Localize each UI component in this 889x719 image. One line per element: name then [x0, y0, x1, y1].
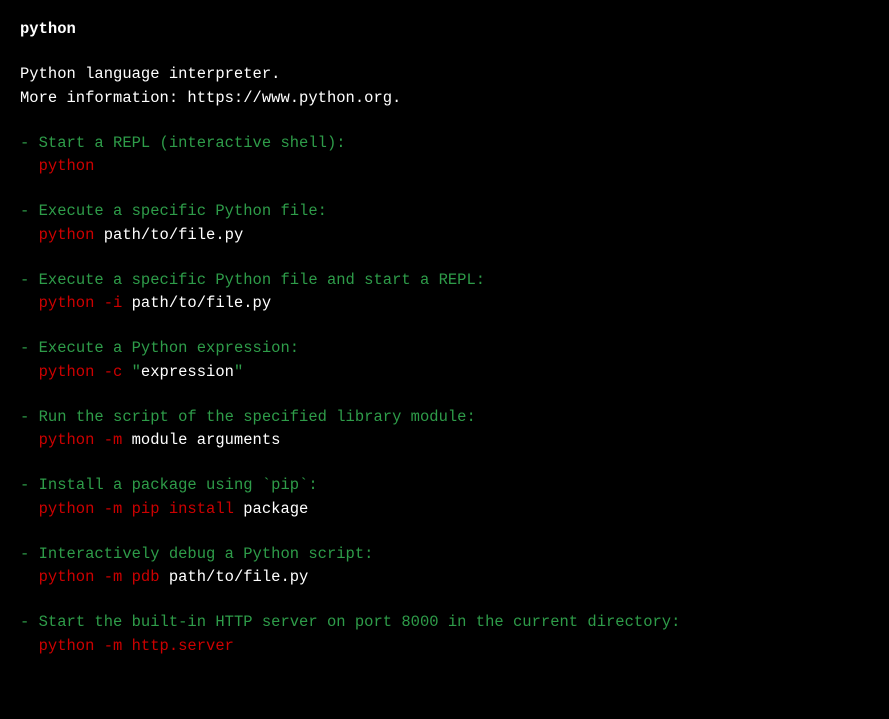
examples-list: - Start a REPL (interactive shell): pyth…	[20, 132, 869, 658]
command-text: python -i	[39, 294, 132, 312]
example-description: Execute a Python expression:	[39, 339, 299, 357]
example-command-line: python path/to/file.py	[20, 224, 869, 247]
argument-text: path/to/file.py	[132, 294, 272, 312]
example-command-line: python -m http.server	[20, 635, 869, 658]
example-description: Start a REPL (interactive shell):	[39, 134, 346, 152]
example-item: - Start a REPL (interactive shell): pyth…	[20, 132, 869, 179]
example-item: - Start the built-in HTTP server on port…	[20, 611, 869, 658]
example-description-line: - Start a REPL (interactive shell):	[20, 132, 869, 155]
example-description: Run the script of the specified library …	[39, 408, 476, 426]
bullet-dash: -	[20, 271, 39, 289]
argument-text: path/to/file.py	[169, 568, 309, 586]
command-text: python -m pip install	[39, 500, 244, 518]
command-text: python	[39, 157, 95, 175]
example-description-line: - Install a package using `pip`:	[20, 474, 869, 497]
description-line: More information: https://www.python.org…	[20, 87, 869, 110]
command-text: python -c	[39, 363, 132, 381]
command-text: python -m	[39, 431, 132, 449]
command-text: python -m http.server	[39, 637, 234, 655]
example-description: Execute a specific Python file and start…	[39, 271, 485, 289]
bullet-dash: -	[20, 545, 39, 563]
argument-text: module arguments	[132, 431, 281, 449]
command-text: python -m pdb	[39, 568, 169, 586]
command-title: python	[20, 18, 869, 41]
argument-text: path/to/file.py	[104, 226, 244, 244]
example-command-line: python -m module arguments	[20, 429, 869, 452]
example-description-line: - Execute a specific Python file:	[20, 200, 869, 223]
example-description-line: - Run the script of the specified librar…	[20, 406, 869, 429]
quote-char: "	[234, 363, 243, 381]
example-item: - Execute a specific Python file: python…	[20, 200, 869, 247]
example-item: - Execute a Python expression: python -c…	[20, 337, 869, 384]
example-description: Start the built-in HTTP server on port 8…	[39, 613, 681, 631]
command-text: python	[39, 226, 104, 244]
example-description: Execute a specific Python file:	[39, 202, 327, 220]
example-description-line: - Start the built-in HTTP server on port…	[20, 611, 869, 634]
example-description-line: - Execute a specific Python file and sta…	[20, 269, 869, 292]
example-command-line: python -i path/to/file.py	[20, 292, 869, 315]
example-command-line: python	[20, 155, 869, 178]
example-description-line: - Execute a Python expression:	[20, 337, 869, 360]
example-description-line: - Interactively debug a Python script:	[20, 543, 869, 566]
bullet-dash: -	[20, 202, 39, 220]
argument-text: expression	[141, 363, 234, 381]
bullet-dash: -	[20, 134, 39, 152]
bullet-dash: -	[20, 339, 39, 357]
quote-char: "	[132, 363, 141, 381]
example-item: - Interactively debug a Python script: p…	[20, 543, 869, 590]
bullet-dash: -	[20, 613, 39, 631]
bullet-dash: -	[20, 408, 39, 426]
example-description: Interactively debug a Python script:	[39, 545, 374, 563]
example-command-line: python -m pdb path/to/file.py	[20, 566, 869, 589]
example-description: Install a package using `pip`:	[39, 476, 318, 494]
command-description: Python language interpreter. More inform…	[20, 63, 869, 110]
description-line: Python language interpreter.	[20, 63, 869, 86]
example-command-line: python -m pip install package	[20, 498, 869, 521]
example-item: - Execute a specific Python file and sta…	[20, 269, 869, 316]
example-command-line: python -c "expression"	[20, 361, 869, 384]
example-item: - Run the script of the specified librar…	[20, 406, 869, 453]
bullet-dash: -	[20, 476, 39, 494]
argument-text: package	[243, 500, 308, 518]
example-item: - Install a package using `pip`: python …	[20, 474, 869, 521]
